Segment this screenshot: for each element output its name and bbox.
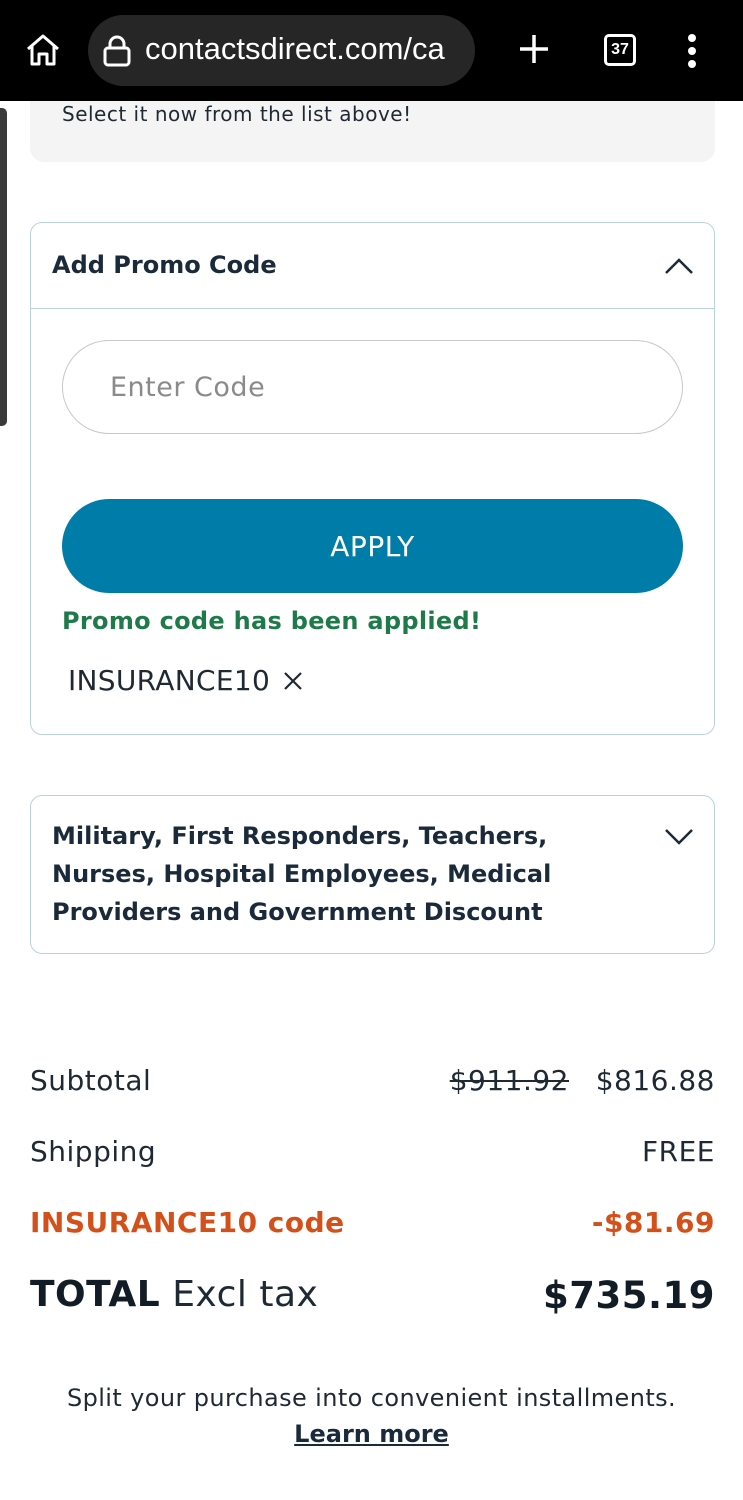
subtotal-row: Subtotal $911.92 $816.88 [30,1064,715,1104]
total-label: TOTAL Excl tax [30,1274,318,1315]
promo-code-title: Add Promo Code [52,251,277,279]
total-row: TOTAL Excl tax $735.19 [30,1274,715,1324]
shipping-value: FREE [642,1135,715,1168]
installments-text: Split your purchase into convenient inst… [66,1384,677,1412]
browser-toolbar: contactsdirect.com/ca 37 [0,0,743,101]
overflow-menu-icon[interactable] [684,34,700,68]
tab-switcher-button[interactable]: 37 [604,34,636,66]
url-text: contactsdirect.com/ca [145,31,445,66]
notice-text: Select it now from the list above! [62,102,412,126]
remove-promo-icon[interactable] [282,670,304,692]
promo-discount-label: INSURANCE10 code [30,1206,345,1239]
promo-code-panel: Add Promo Code APPLY Promo code has been… [30,222,715,735]
total-label-suffix: Excl tax [172,1274,319,1315]
promo-discount-row: INSURANCE10 code -$81.69 [30,1206,715,1246]
promo-discount-value: -$81.69 [591,1206,715,1239]
shipping-label: Shipping [30,1135,157,1168]
promo-code-header[interactable]: Add Promo Code [31,223,714,309]
discount-panel[interactable]: Military, First Responders, Teachers, Nu… [30,795,715,954]
home-icon[interactable] [24,32,62,68]
total-value: $735.19 [542,1274,715,1317]
promo-code-input[interactable] [62,340,683,434]
applied-promo-code: INSURANCE10 [68,664,271,697]
chevron-down-icon[interactable] [664,827,694,845]
subtotal-label: Subtotal [30,1064,152,1097]
applied-promo-chip: INSURANCE10 [68,664,304,697]
learn-more-wrapper: Learn more [0,1420,743,1448]
chevron-up-icon[interactable] [664,257,694,275]
new-tab-icon[interactable] [517,32,551,66]
address-bar[interactable]: contactsdirect.com/ca [88,15,475,86]
learn-more-link[interactable]: Learn more [294,1420,449,1448]
subtotal-original-price: $911.92 [449,1064,569,1097]
shipping-row: Shipping FREE [30,1135,715,1175]
lock-icon [103,35,131,67]
apply-button[interactable]: APPLY [62,499,683,593]
subtotal-value: $816.88 [595,1064,715,1097]
total-label-strong: TOTAL [30,1274,161,1315]
discount-title: Military, First Responders, Teachers, Nu… [52,822,552,926]
scroll-indicator [0,108,7,426]
promo-success-message: Promo code has been applied! [62,607,482,635]
